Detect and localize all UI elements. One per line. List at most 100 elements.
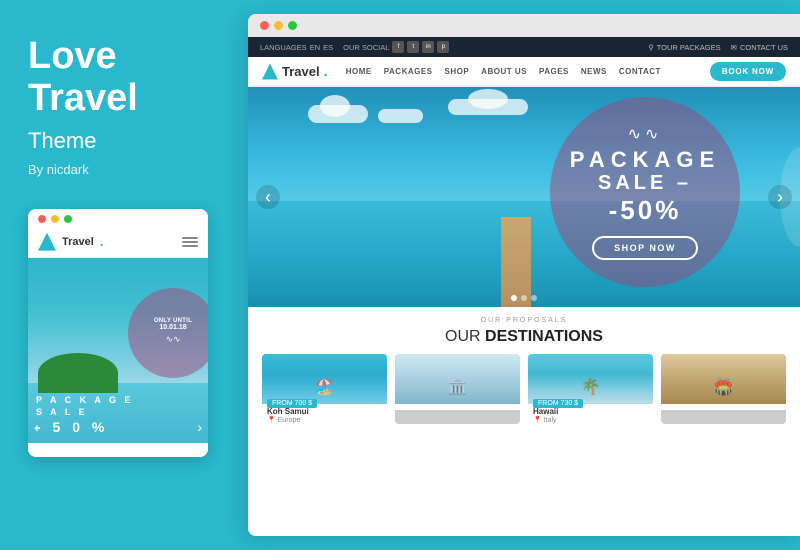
mobile-browser-chrome xyxy=(28,209,208,227)
mobile-tilde-icon: ∿∿ xyxy=(165,334,180,345)
mobile-arrows: ‹ › xyxy=(28,419,208,435)
location-icon-hawaii: 📍 xyxy=(533,416,542,424)
colosseum-icon: 🏟️ xyxy=(714,377,734,397)
card-italy-image: 🏟️ xyxy=(661,354,786,404)
logo-period: . xyxy=(324,63,328,80)
browser-dot-yellow[interactable] xyxy=(274,21,283,30)
browser-dot-red[interactable] xyxy=(260,21,269,30)
mobile-date-label: 10.01.18 xyxy=(159,324,186,331)
logo-triangle-icon xyxy=(262,64,278,80)
pier-planks xyxy=(501,217,531,307)
destinations-section: OUR PROPOSALS OUR DESTINATIONS 🏖️ FROM 7… xyxy=(248,307,800,536)
card-hawaii-price: FROM 730 $ xyxy=(533,399,583,408)
card-italy-info xyxy=(661,404,786,410)
hero-package-label: PACKAGE xyxy=(570,148,720,172)
card-koh-price: FROM 700 $ xyxy=(267,399,317,408)
destination-card-hawaii[interactable]: 🌴 FROM 730 $ Hawaii 📍 Italy xyxy=(528,354,653,424)
mobile-dot-red xyxy=(38,215,46,223)
hero-tilde-icon: ∿∿ xyxy=(628,124,663,144)
beach-hut-icon: 🏖️ xyxy=(315,377,335,397)
cloud-3 xyxy=(448,99,528,115)
shop-now-button[interactable]: SHOP NOW xyxy=(592,236,698,260)
destinations-cards: 🏖️ FROM 700 $ Koh Samui 📍 Europe 🏛️ xyxy=(262,354,786,424)
mobile-logo-icon xyxy=(38,233,56,251)
card-europe-image: 🏛️ xyxy=(395,354,520,404)
browser-dot-green[interactable] xyxy=(288,21,297,30)
theme-subtitle: Theme xyxy=(28,128,220,154)
destinations-title: OUR DESTINATIONS xyxy=(262,328,786,346)
tour-packages-link[interactable]: ⚲ TOUR PACKAGES xyxy=(648,43,720,52)
nav-about[interactable]: ABOUT US xyxy=(481,67,527,76)
nav-home[interactable]: HOME xyxy=(346,67,372,76)
destination-card-koh-samui[interactable]: 🏖️ FROM 700 $ Koh Samui 📍 Europe xyxy=(262,354,387,424)
lang-en[interactable]: EN xyxy=(310,43,320,52)
book-now-button[interactable]: BOOK NOW xyxy=(710,62,786,81)
hero-next-arrow[interactable]: › xyxy=(768,185,792,209)
building-icon: 🏛️ xyxy=(448,377,468,397)
proposals-label: OUR PROPOSALS xyxy=(262,317,786,324)
nav-pages[interactable]: PAGES xyxy=(539,67,569,76)
browser-chrome xyxy=(248,14,800,37)
mobile-sale-label: S A L E xyxy=(36,407,134,417)
social-links: OUR SOCIAL f t in p xyxy=(343,41,449,53)
mobile-logo-text: Travel xyxy=(62,236,94,248)
lang-es[interactable]: ES xyxy=(323,43,333,52)
card-koh-location: 📍 Europe xyxy=(267,416,382,424)
mobile-dot-yellow xyxy=(51,215,59,223)
cloud-2 xyxy=(378,109,423,123)
hero-sale-label: SALE – xyxy=(598,172,692,195)
hero-percent-label: -50% xyxy=(609,195,682,226)
mobile-island xyxy=(38,353,118,393)
card-europe-info xyxy=(395,404,520,410)
destinations-title-bold: DESTINATIONS xyxy=(485,328,603,345)
nav-shop[interactable]: SHOP xyxy=(445,67,470,76)
destination-card-italy[interactable]: 🏟️ xyxy=(661,354,786,424)
languages-label: LANGUAGES xyxy=(260,43,307,52)
language-switcher[interactable]: LANGUAGES EN ES xyxy=(260,43,333,52)
mobile-next-arrow[interactable]: › xyxy=(197,419,202,435)
mobile-dot-green xyxy=(64,215,72,223)
mobile-overlay-circle: ONLY UNTIL 10.01.18 ∿∿ xyxy=(128,288,208,378)
mobile-mockup: Travel . ONLY UNTIL 10.01.18 ∿∿ P A C K … xyxy=(28,209,208,457)
card-hawaii-location: 📍 Italy xyxy=(533,416,648,424)
hero-prev-arrow[interactable]: ‹ xyxy=(256,185,280,209)
cloud-1 xyxy=(308,105,368,123)
hero-section: ∿∿ PACKAGE SALE – -50% SHOP NOW ‹ › xyxy=(248,87,800,307)
hero-overlay-circle: ∿∿ PACKAGE SALE – -50% SHOP NOW xyxy=(550,97,740,287)
desktop-mockup: LANGUAGES EN ES OUR SOCIAL f t in p ⚲ TO… xyxy=(248,14,800,536)
left-panel: Love Travel Theme By nicdark Travel . ON… xyxy=(0,0,248,550)
card-koh-name: Koh Samui xyxy=(267,407,382,416)
palm-icon: 🌴 xyxy=(581,377,601,397)
hero-dot-1[interactable] xyxy=(511,295,517,301)
hero-slide-dots xyxy=(511,295,537,301)
author-label: By nicdark xyxy=(28,162,220,177)
card-koh-image: 🏖️ xyxy=(262,354,387,404)
destination-card-europe[interactable]: 🏛️ xyxy=(395,354,520,424)
nav-contact[interactable]: CONTACT xyxy=(619,67,661,76)
contact-us-link[interactable]: ✉ CONTACT US xyxy=(731,43,788,52)
mobile-hamburger-icon[interactable] xyxy=(182,237,198,247)
linkedin-icon[interactable]: in xyxy=(422,41,434,53)
site-logo[interactable]: Travel . xyxy=(262,63,328,80)
facebook-icon[interactable]: f xyxy=(392,41,404,53)
hero-dot-2[interactable] xyxy=(521,295,527,301)
mobile-prev-arrow[interactable]: ‹ xyxy=(34,419,39,435)
hero-pier xyxy=(476,217,556,307)
card-hawaii-image: 🌴 xyxy=(528,354,653,404)
nav-packages[interactable]: PACKAGES xyxy=(384,67,433,76)
hero-dot-3[interactable] xyxy=(531,295,537,301)
destinations-title-plain: OUR xyxy=(445,328,485,345)
location-icon: 📍 xyxy=(267,416,276,424)
site-nav: Travel . HOME PACKAGES SHOP ABOUT US PAG… xyxy=(248,57,800,87)
card-hawaii-name: Hawaii xyxy=(533,407,648,416)
mobile-hero: ONLY UNTIL 10.01.18 ∿∿ P A C K A G E S A… xyxy=(28,258,208,443)
twitter-icon[interactable]: t xyxy=(407,41,419,53)
social-label: OUR SOCIAL xyxy=(343,43,389,52)
site-topbar: LANGUAGES EN ES OUR SOCIAL f t in p ⚲ TO… xyxy=(248,37,800,57)
theme-title: Love Travel xyxy=(28,36,220,120)
mobile-nav: Travel . xyxy=(28,227,208,258)
nav-links: HOME PACKAGES SHOP ABOUT US PAGES NEWS C… xyxy=(346,67,710,76)
pinterest-icon[interactable]: p xyxy=(437,41,449,53)
mobile-package-label: P A C K A G E xyxy=(36,395,134,405)
nav-news[interactable]: NEWS xyxy=(581,67,607,76)
